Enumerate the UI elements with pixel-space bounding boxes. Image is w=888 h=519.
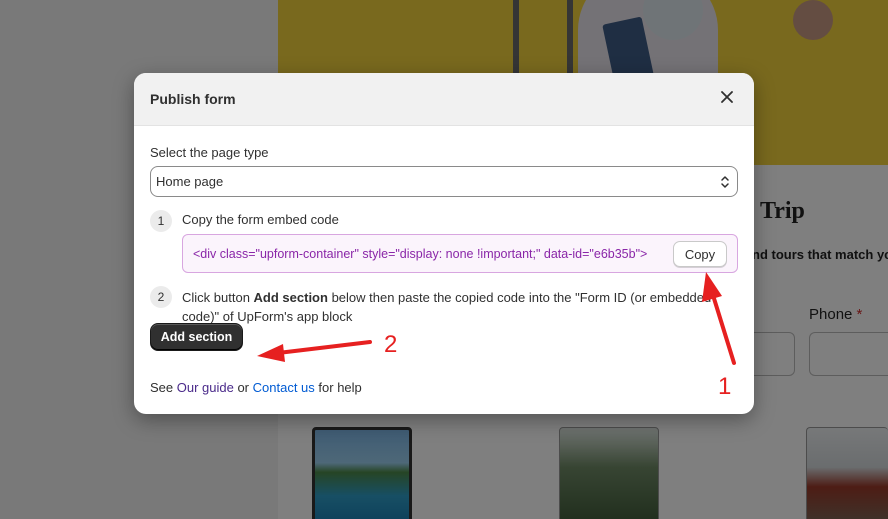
step-2-badge: 2: [150, 286, 172, 308]
help-suffix: for help: [314, 380, 362, 395]
embed-code-box[interactable]: <div class="upform-container" style="dis…: [182, 234, 738, 273]
contact-us-link[interactable]: Contact us: [253, 380, 315, 395]
close-icon: [721, 90, 733, 108]
publish-form-modal: Publish form Select the page type Home p…: [134, 73, 754, 414]
step-2-text-before: Click button: [182, 290, 254, 305]
close-button[interactable]: [716, 88, 738, 110]
step-2-text-bold: Add section: [253, 290, 328, 305]
annotation-label-2: 2: [384, 331, 398, 358]
help-text: See Our guide or Contact us for help: [150, 380, 362, 395]
add-section-button[interactable]: Add section: [150, 323, 243, 351]
select-chevron-icon: [719, 174, 731, 190]
page-type-label: Select the page type: [150, 145, 269, 160]
embed-code: <div class="upform-container" style="dis…: [193, 246, 648, 261]
step-2-text: Click button Add section below then past…: [182, 288, 722, 326]
modal-title: Publish form: [150, 91, 236, 107]
page-type-select[interactable]: Home page: [150, 166, 738, 197]
annotation-label-1: 1: [718, 373, 732, 400]
copy-button[interactable]: Copy: [673, 241, 727, 267]
our-guide-link[interactable]: Our guide: [177, 380, 234, 395]
page-type-value: Home page: [156, 174, 224, 189]
step-1-badge: 1: [150, 210, 172, 232]
step-1-text: Copy the form embed code: [182, 212, 339, 227]
modal-header: Publish form: [134, 73, 754, 126]
help-prefix: See: [150, 380, 177, 395]
help-middle: or: [233, 380, 253, 395]
